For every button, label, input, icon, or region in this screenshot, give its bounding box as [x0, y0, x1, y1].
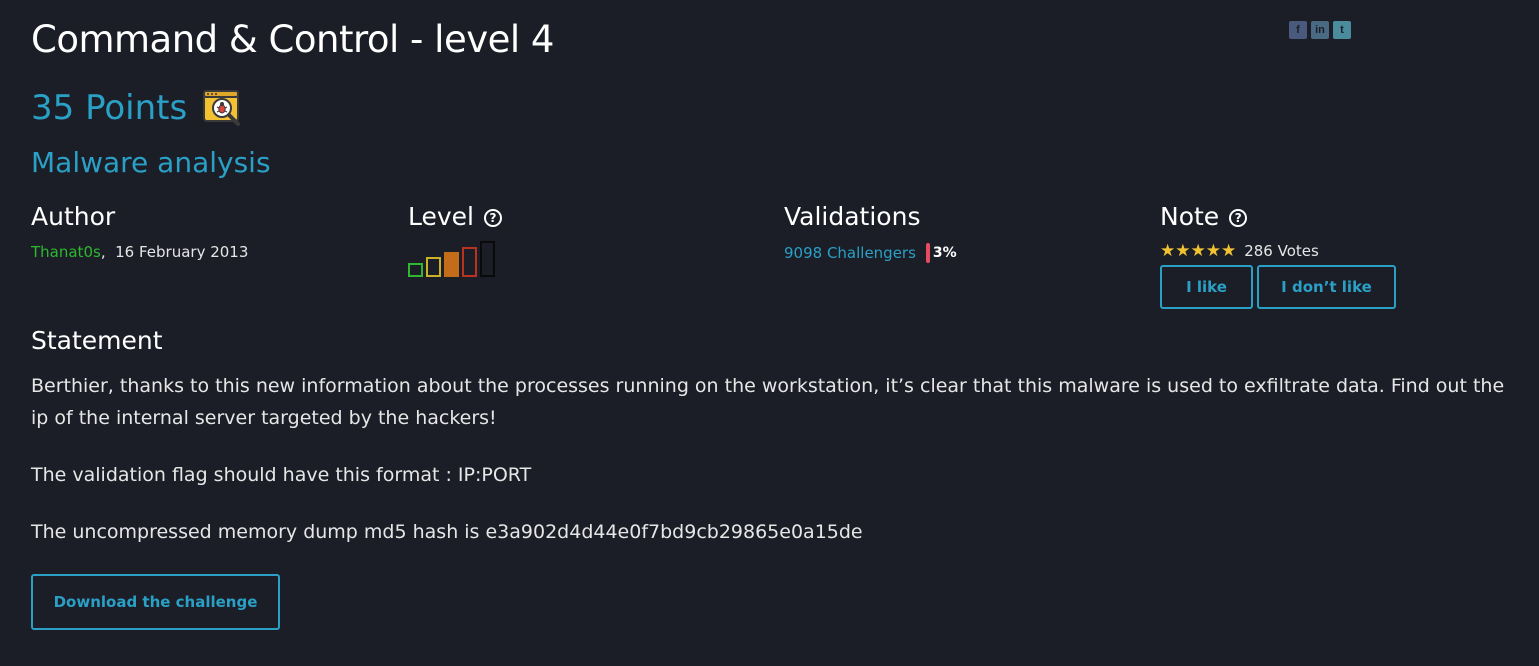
download-challenge-button[interactable]: Download the challenge — [31, 574, 280, 630]
points-row: 35 Points — [31, 88, 243, 128]
author-link[interactable]: Thanat0s — [31, 243, 101, 261]
rating-line: ★★★★★ 286 Votes — [1160, 241, 1396, 261]
author-line: Thanat0s, 16 February 2013 — [31, 243, 248, 261]
level-bar-5 — [480, 241, 495, 277]
note-section: Note ? ★★★★★ 286 Votes I like I don’t li… — [1160, 202, 1396, 309]
twitter-icon[interactable]: t — [1333, 21, 1351, 39]
vote-buttons: I like I don’t like — [1160, 265, 1396, 309]
level-bar-1 — [408, 263, 423, 277]
challengers-link[interactable]: 9098 Challengers — [784, 244, 916, 262]
level-heading: Level — [408, 202, 474, 231]
challenge-page: Command & Control - level 4 f in t 35 Po… — [0, 0, 1539, 666]
validations-heading: Validations — [784, 202, 921, 231]
author-heading: Author — [31, 202, 116, 231]
bug-magnifier-icon — [203, 90, 241, 126]
note-heading-row: Note ? — [1160, 202, 1396, 231]
validations-line: 9098 Challengers 3% — [784, 243, 957, 263]
statement-paragraph-1: Berthier, thanks to this new information… — [31, 375, 1505, 429]
star-rating: ★★★★★ — [1160, 241, 1237, 261]
level-bar-3 — [444, 252, 459, 277]
social-share: f in t — [1289, 21, 1351, 39]
author-section: Author Thanat0s, 16 February 2013 — [31, 202, 248, 261]
level-heading-row: Level ? — [408, 202, 502, 231]
statement-heading: Statement — [31, 326, 163, 355]
votes-count: 286 Votes — [1244, 242, 1319, 260]
dislike-button[interactable]: I don’t like — [1257, 265, 1396, 309]
facebook-icon[interactable]: f — [1289, 21, 1307, 39]
level-bar-4 — [462, 247, 477, 277]
page-title: Command & Control - level 4 — [31, 18, 554, 61]
like-button[interactable]: I like — [1160, 265, 1253, 309]
difficulty-level — [408, 241, 502, 277]
author-sep: , — [100, 243, 116, 261]
validation-percent: 3% — [925, 243, 957, 263]
challenge-points: 35 Points — [31, 88, 188, 128]
percent-value: 3% — [932, 245, 957, 261]
note-heading: Note — [1160, 202, 1220, 231]
level-section: Level ? — [408, 202, 502, 277]
statement-paragraph-2: The validation flag should have this for… — [31, 464, 532, 486]
level-bar-2 — [426, 257, 441, 277]
validations-section: Validations 9098 Challengers 3% — [784, 202, 957, 263]
challenge-category[interactable]: Malware analysis — [31, 146, 271, 179]
help-icon[interactable]: ? — [484, 209, 502, 227]
percent-bar — [925, 243, 930, 263]
statement-paragraph-3: The uncompressed memory dump md5 hash is… — [31, 521, 863, 543]
author-date: 16 February 2013 — [115, 243, 249, 261]
linkedin-icon[interactable]: in — [1311, 21, 1329, 39]
help-icon[interactable]: ? — [1229, 209, 1248, 227]
